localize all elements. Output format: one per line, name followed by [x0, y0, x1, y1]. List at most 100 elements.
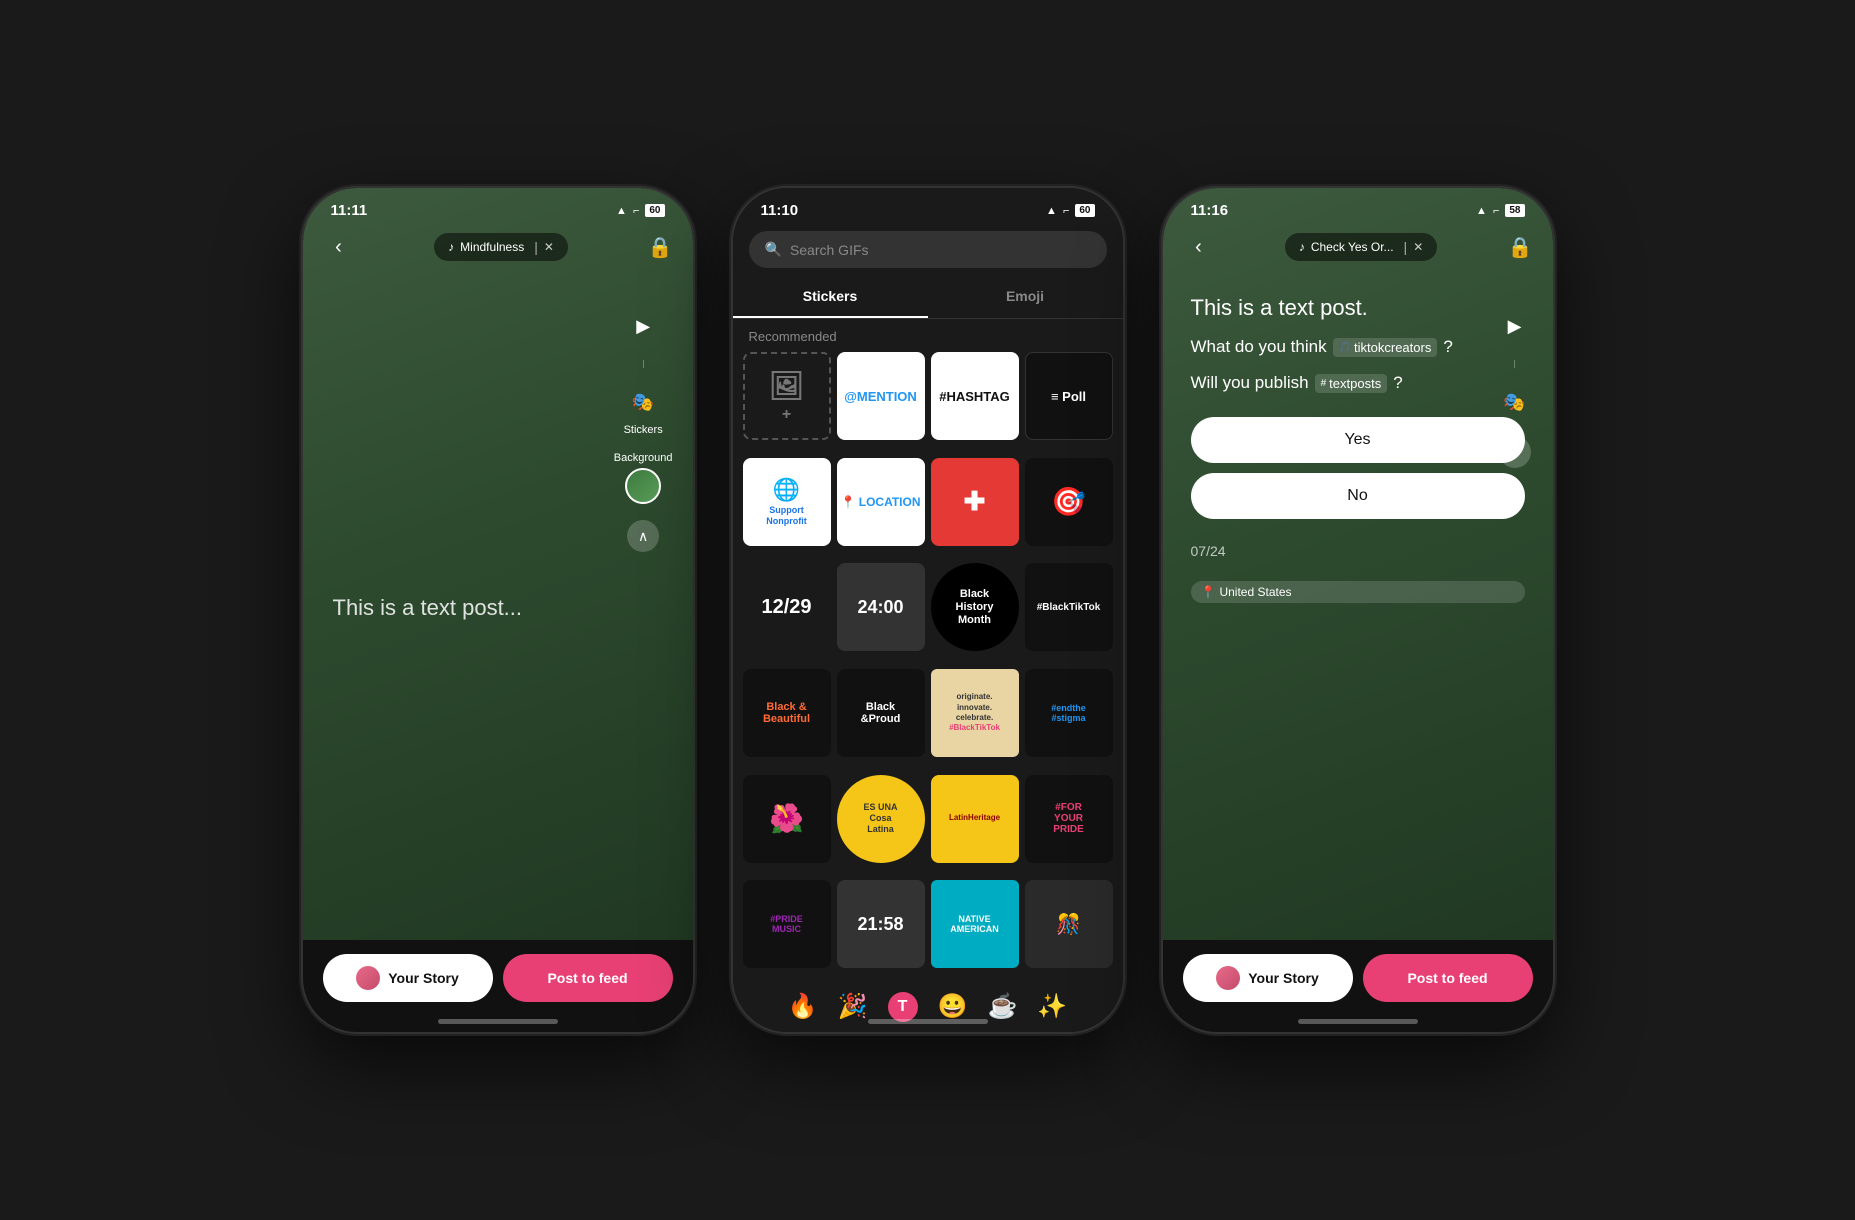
mention-tag-2[interactable]: # textposts: [1315, 374, 1388, 393]
mention-tag-1[interactable]: 🎵 tiktokcreators: [1333, 338, 1438, 357]
sticker-misc[interactable]: 🎊: [1025, 880, 1113, 968]
sticker-black-proud[interactable]: Black&Proud: [837, 669, 925, 757]
sticker-hashtag[interactable]: #HASHTAG: [931, 352, 1019, 440]
time-2: 11:10: [761, 202, 799, 219]
sticker-originate[interactable]: originate.innovate.celebrate.#BlackTikTo…: [931, 669, 1019, 757]
hashtag-icon: #: [1321, 378, 1327, 389]
sticker-pride-music[interactable]: #PRIDEMUSIC: [743, 880, 831, 968]
music-title-1: Mindfulness: [460, 240, 524, 254]
your-story-button-3[interactable]: Your Story: [1183, 954, 1353, 1002]
right-toolbar-3: ▶ 🎭 ∨: [1497, 308, 1533, 468]
sticker-poll[interactable]: ≡ Poll: [1025, 352, 1113, 440]
background-tool-1[interactable]: Background: [614, 452, 673, 504]
play-icon-3[interactable]: ▶: [1497, 308, 1533, 344]
emoji-smile[interactable]: 😀: [938, 992, 968, 1022]
your-story-label-3: Your Story: [1248, 970, 1319, 986]
sticker-native-american[interactable]: NATIVEAMERICAN: [931, 880, 1019, 968]
music-note-icon-3: ♪: [1299, 240, 1305, 254]
sticker-blacktiktok[interactable]: #BlackTikTok: [1025, 563, 1113, 651]
status-icons-1: ▲ ⌐ 60: [616, 204, 664, 217]
music-close-1[interactable]: |: [534, 239, 538, 255]
clock-text: 24:00: [857, 597, 903, 618]
bp-text: Black&Proud: [861, 701, 901, 725]
wifi-icon-2: ⌐: [1063, 205, 1069, 217]
tiktok-icon: 🎵: [1339, 342, 1351, 353]
home-indicator-1: [438, 1019, 558, 1024]
tab-emoji[interactable]: Emoji: [928, 276, 1123, 318]
poll-circle-icon: 🎯: [1051, 485, 1086, 518]
stickers-icon-3[interactable]: 🎭: [1497, 384, 1533, 420]
signal-icon-3: ▲: [1476, 205, 1487, 217]
home-indicator-3: [1298, 1019, 1418, 1024]
emoji-coffee[interactable]: ☕: [987, 992, 1017, 1022]
location-text: 📍 LOCATION: [840, 495, 920, 509]
sticker-location[interactable]: 📍 LOCATION: [837, 458, 925, 546]
status-bar-1: 11:11 ▲ ⌐ 60: [303, 188, 693, 223]
stickers-icon-1: 🎭: [625, 384, 661, 420]
mention2-text: textposts: [1329, 376, 1381, 391]
pride-music-text: #PRIDEMUSIC: [770, 914, 803, 934]
back-button-3[interactable]: ‹: [1183, 231, 1215, 263]
back-button-1[interactable]: ‹: [323, 231, 355, 263]
post-feed-button-3[interactable]: Post to feed: [1363, 954, 1533, 1002]
emoji-sparkle[interactable]: ✨: [1037, 992, 1067, 1022]
sticker-date[interactable]: 12/29: [743, 563, 831, 651]
tab-stickers[interactable]: Stickers: [733, 276, 928, 318]
endthe-text: #endthe#stigma: [1051, 703, 1086, 723]
play-icon-1[interactable]: ▶: [625, 308, 661, 344]
globe-icon: 🌐: [773, 477, 800, 503]
time-3: 11:16: [1191, 202, 1229, 219]
sticker-endthe-stigma[interactable]: #endthe#stigma: [1025, 669, 1113, 757]
sticker-mention[interactable]: @MENTION: [837, 352, 925, 440]
music-pill-1[interactable]: ♪ Mindfulness | ✕: [434, 233, 568, 261]
sticker-cosa-latina-1[interactable]: 🌺: [743, 775, 831, 863]
location-pin-icon: 📍: [1201, 585, 1216, 599]
poll-yes-3[interactable]: Yes: [1191, 417, 1525, 463]
bhm-text: BlackHistoryMonth: [956, 588, 994, 628]
status-icons-2: ▲ ⌐ 60: [1046, 204, 1094, 217]
background-circle-1: [625, 468, 661, 504]
sticker-for-your-pride[interactable]: #FORYOURPRIDE: [1025, 775, 1113, 863]
chevron-down-3[interactable]: ∨: [1499, 436, 1531, 468]
sticker-time-2158[interactable]: 21:58: [837, 880, 925, 968]
preview-line3: Will you publish # textposts ?: [1191, 373, 1525, 393]
your-story-button-1[interactable]: Your Story: [323, 954, 493, 1002]
time-1: 11:11: [331, 202, 368, 219]
phone-3-screen: 11:16 ▲ ⌐ 58 ‹ ♪ Check Yes Or... | ✕ 🔒: [1163, 188, 1553, 1032]
sticker-black-history-month[interactable]: BlackHistoryMonth: [931, 563, 1019, 651]
canvas-text-1[interactable]: This is a text post...: [333, 595, 523, 621]
sticker-clock-2400[interactable]: 24:00: [837, 563, 925, 651]
preview-canvas-3: This is a text post. What do you think 🎵…: [1163, 275, 1553, 940]
sticker-support-nonprofit[interactable]: 🌐 SupportNonprofit: [743, 458, 831, 546]
sticker-add[interactable]: 🖼 +: [743, 352, 831, 440]
add-photo-icon: 🖼: [769, 369, 805, 402]
close-icon-1[interactable]: ✕: [544, 240, 554, 254]
location-tag-3: 📍 United States: [1191, 581, 1525, 603]
lock-button-3[interactable]: 🔒: [1508, 235, 1533, 260]
chevron-up-1[interactable]: ∧: [627, 520, 659, 552]
post-feed-button-1[interactable]: Post to feed: [503, 954, 673, 1002]
mention-text: @MENTION: [844, 389, 917, 404]
date-text: 12/29: [761, 596, 811, 619]
search-bar-2[interactable]: 🔍 Search GIFs: [749, 231, 1107, 268]
close-icon-3[interactable]: ✕: [1413, 240, 1423, 254]
search-placeholder-2: Search GIFs: [790, 242, 869, 258]
post-feed-label-3: Post to feed: [1407, 970, 1487, 986]
poll-no-3[interactable]: No: [1191, 473, 1525, 519]
emoji-fire[interactable]: 🔥: [788, 992, 818, 1022]
sticker-cosa-latina-2[interactable]: ES UNACosaLatina: [837, 775, 925, 863]
lock-button-1[interactable]: 🔒: [648, 235, 673, 260]
sticker-latin-heritage[interactable]: LatinHeritage: [931, 775, 1019, 863]
sticker-health[interactable]: ✚: [931, 458, 1019, 546]
your-story-label-1: Your Story: [388, 970, 459, 986]
emoji-t[interactable]: T: [888, 992, 918, 1022]
emoji-party[interactable]: 🎉: [838, 992, 868, 1022]
sticker-poll-circle[interactable]: 🎯: [1025, 458, 1113, 546]
sticker-black-beautiful[interactable]: Black &Beautiful: [743, 669, 831, 757]
time-text: 21:58: [857, 914, 903, 935]
stickers-tool-1[interactable]: 🎭 Stickers: [624, 384, 663, 436]
music-pill-3[interactable]: ♪ Check Yes Or... | ✕: [1285, 233, 1437, 261]
phone-3: 11:16 ▲ ⌐ 58 ‹ ♪ Check Yes Or... | ✕ 🔒: [1163, 188, 1553, 1032]
hashtag-text: #HASHTAG: [939, 389, 1010, 404]
music-close-3[interactable]: |: [1404, 239, 1408, 255]
